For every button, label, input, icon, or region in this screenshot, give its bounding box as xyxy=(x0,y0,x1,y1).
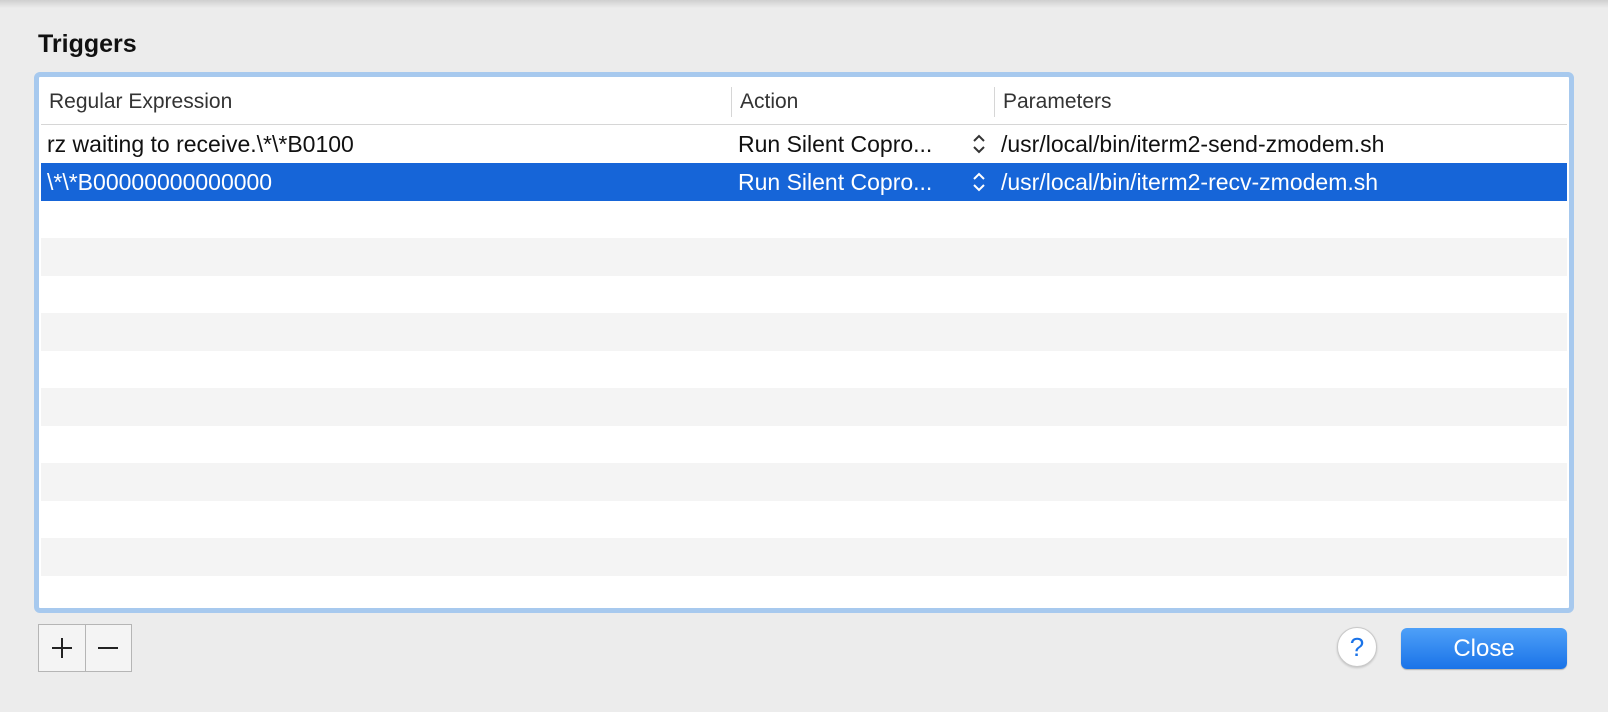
plus-icon xyxy=(51,638,72,658)
column-header-regular-expression[interactable]: Regular Expression xyxy=(41,79,731,124)
action-popup-chevrons-icon[interactable] xyxy=(968,163,990,201)
empty-row xyxy=(41,276,1567,314)
empty-row xyxy=(41,576,1567,606)
regex-cell[interactable]: \*\*B00000000000000 xyxy=(47,163,727,201)
table-row[interactable]: rz waiting to receive.\*\*B0100 Run Sile… xyxy=(41,125,1567,163)
parameters-cell[interactable]: /usr/local/bin/iterm2-recv-zmodem.sh xyxy=(1001,163,1531,201)
action-popup[interactable]: Run Silent Copro... xyxy=(738,125,968,163)
empty-row xyxy=(41,388,1567,426)
triggers-table[interactable]: Regular Expression Action Parameters rz … xyxy=(34,72,1574,613)
table-header: Regular Expression Action Parameters xyxy=(41,79,1567,125)
table-row-selected[interactable]: \*\*B00000000000000 Run Silent Copro... … xyxy=(41,163,1567,201)
column-header-action[interactable]: Action xyxy=(732,79,994,124)
empty-row xyxy=(41,238,1567,276)
empty-row xyxy=(41,351,1567,389)
parameters-cell[interactable]: /usr/local/bin/iterm2-send-zmodem.sh xyxy=(1001,125,1531,163)
table-body: rz waiting to receive.\*\*B0100 Run Sile… xyxy=(41,125,1567,606)
empty-row xyxy=(41,313,1567,351)
remove-trigger-button[interactable] xyxy=(84,625,132,671)
minus-icon xyxy=(98,647,119,649)
close-button[interactable]: Close xyxy=(1401,628,1567,669)
column-header-parameters[interactable]: Parameters xyxy=(995,79,1535,124)
help-button[interactable]: ? xyxy=(1337,627,1377,667)
action-popup[interactable]: Run Silent Copro... xyxy=(738,163,968,201)
regex-cell[interactable]: rz waiting to receive.\*\*B0100 xyxy=(47,125,727,163)
triggers-table-content: Regular Expression Action Parameters rz … xyxy=(41,79,1567,606)
action-popup-chevrons-icon[interactable] xyxy=(968,125,990,163)
section-title: Triggers xyxy=(38,30,137,58)
add-remove-control xyxy=(38,624,132,672)
window-top-shadow xyxy=(0,0,1608,8)
empty-row xyxy=(41,501,1567,539)
empty-row xyxy=(41,463,1567,501)
add-trigger-button[interactable] xyxy=(39,625,85,671)
empty-row xyxy=(41,201,1567,239)
empty-row xyxy=(41,538,1567,576)
empty-row xyxy=(41,426,1567,464)
